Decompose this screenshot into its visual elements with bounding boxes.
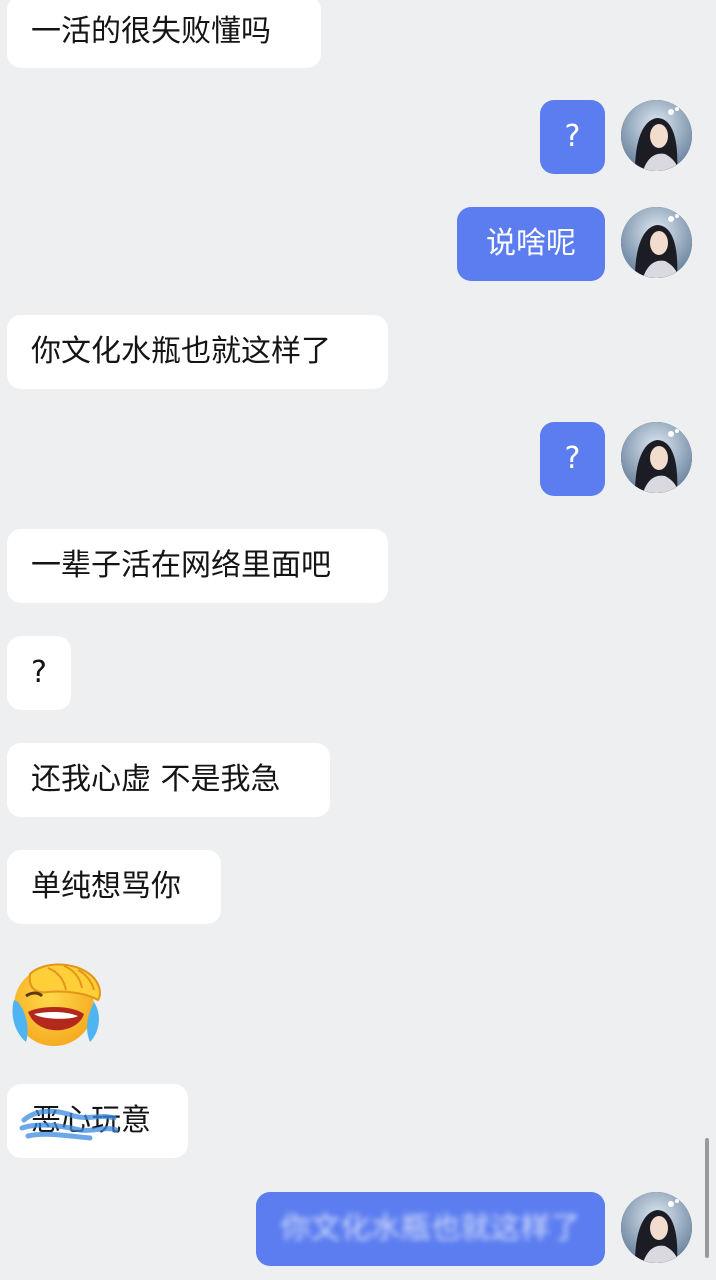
- girl-portrait-icon: [621, 100, 692, 171]
- outgoing-message[interactable]: 你文化水瓶也就这样了: [256, 1192, 605, 1266]
- scrollbar[interactable]: [705, 1138, 709, 1258]
- facepalm-crying-emoji-icon[interactable]: [8, 958, 106, 1050]
- message-text: 还我心虚 不是我急: [31, 762, 281, 797]
- outgoing-message[interactable]: ?: [540, 422, 605, 496]
- message-text: 单纯想骂你: [31, 869, 181, 904]
- message-text: 恶心玩意: [31, 1103, 151, 1138]
- message-text: ?: [564, 119, 581, 154]
- user-avatar[interactable]: [621, 1192, 692, 1263]
- user-avatar[interactable]: [621, 422, 692, 493]
- outgoing-message[interactable]: 说啥呢: [457, 207, 605, 281]
- message-text: 一活的很失败懂吗: [31, 14, 271, 49]
- incoming-message[interactable]: 还我心虚 不是我急: [7, 743, 330, 817]
- incoming-message[interactable]: 你文化水瓶也就这样了: [7, 315, 388, 389]
- girl-portrait-icon: [621, 422, 692, 493]
- message-text: 一辈子活在网络里面吧: [31, 548, 331, 583]
- incoming-message[interactable]: 一活的很失败懂吗: [7, 0, 321, 68]
- message-text: 说啥呢: [486, 226, 576, 261]
- chat-screen: 一活的很失败懂吗 ? 说啥呢 你文化水瓶也就这样了 ? 一辈子活在网络里面吧 ?…: [0, 0, 716, 1280]
- girl-portrait-icon: [621, 1192, 692, 1263]
- outgoing-message[interactable]: ?: [540, 100, 605, 174]
- user-avatar[interactable]: [621, 100, 692, 171]
- message-text: 你文化水瓶也就这样了: [280, 1211, 581, 1246]
- message-text: ?: [564, 441, 581, 476]
- incoming-message[interactable]: 单纯想骂你: [7, 850, 221, 924]
- incoming-message[interactable]: 恶心玩意: [7, 1084, 188, 1158]
- user-avatar[interactable]: [621, 207, 692, 278]
- incoming-message[interactable]: ?: [7, 636, 71, 710]
- girl-portrait-icon: [621, 207, 692, 278]
- message-text: ?: [31, 655, 47, 690]
- incoming-message[interactable]: 一辈子活在网络里面吧: [7, 529, 388, 603]
- message-text: 你文化水瓶也就这样了: [31, 334, 331, 369]
